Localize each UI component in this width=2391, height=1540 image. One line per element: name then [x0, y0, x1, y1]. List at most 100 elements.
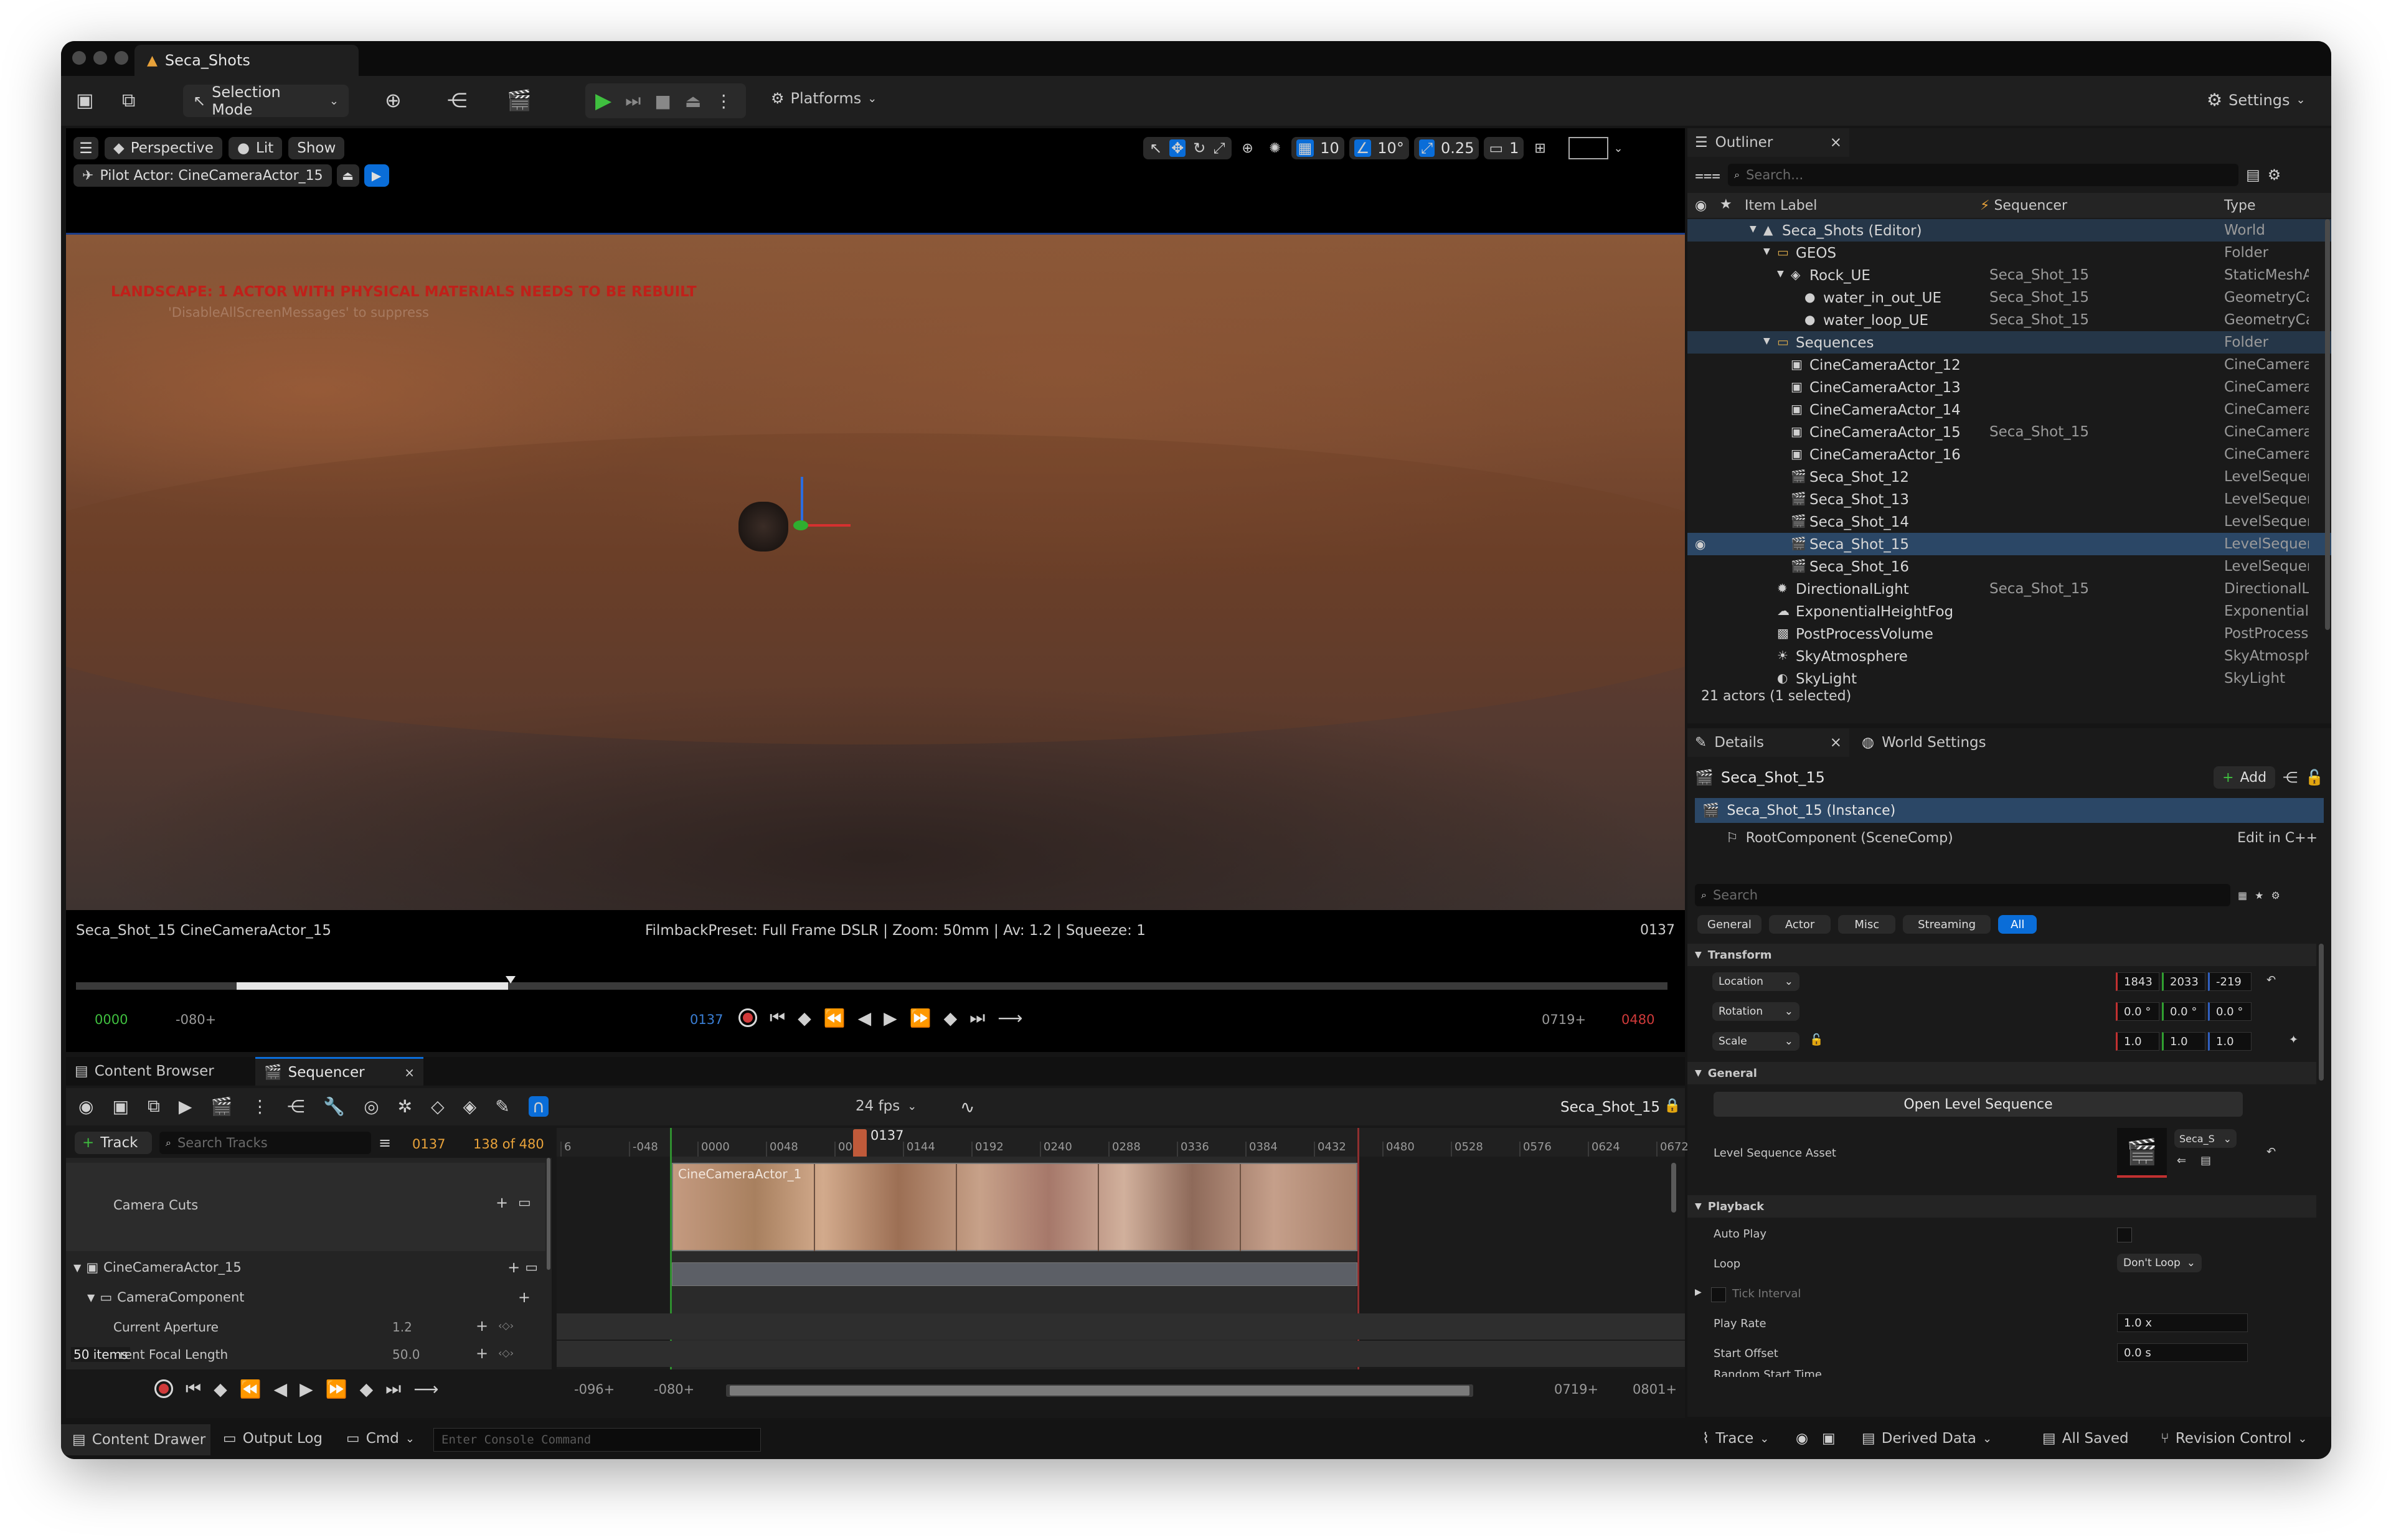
chevron-down-icon[interactable]: ▼	[1750, 224, 1757, 234]
visibility-icon[interactable]: ◉	[1695, 198, 1707, 214]
star-icon[interactable]: ★	[1720, 197, 1732, 212]
instance-row[interactable]: 🎬 Seca_Shot_15 (Instance)	[1695, 798, 2324, 823]
edit-in-cpp-link[interactable]: Edit in C++	[2237, 830, 2318, 846]
angle-snap-button[interactable]: ∠ 10°	[1349, 137, 1409, 159]
asset-thumbnail[interactable]: 🎬	[2117, 1128, 2167, 1178]
details-search-input[interactable]: ⌕ Search	[1695, 884, 2230, 906]
scale-icon[interactable]: ⤢	[1213, 139, 1225, 157]
jump-to-end-icon[interactable]: ⏭	[385, 1378, 401, 1399]
jump-to-end-icon[interactable]: ⏭	[969, 1007, 985, 1028]
star-icon[interactable]: ★	[2255, 890, 2263, 901]
add-component-button[interactable]: + Add	[2214, 766, 2276, 789]
outliner-row[interactable]: 🎬 Seca_Shot_14 LevelSequer	[1687, 510, 2331, 533]
step-back-icon[interactable]: ⏪	[240, 1379, 262, 1399]
timeline-ruler[interactable]: 6 -048 0000 0048 0096 0144 0192 0240 0288 0336 038…	[557, 1128, 1689, 1157]
perspective-button[interactable]: ◆ Perspective	[105, 137, 222, 159]
step-forward-icon[interactable]: ⏩	[326, 1379, 347, 1399]
camera-cut-clip[interactable]: CineCameraActor_1	[672, 1163, 1357, 1251]
outliner-row[interactable]: ▣ CineCameraActor_16 CineCamera	[1687, 443, 2331, 466]
filter-misc[interactable]: Misc	[1838, 915, 1896, 934]
location-y[interactable]: 2033	[2162, 972, 2205, 991]
outliner-row[interactable]: 🎬 Seca_Shot_12 LevelSequer	[1687, 466, 2331, 488]
jump-to-start-icon[interactable]: ⏮	[770, 1007, 785, 1028]
track-list-scrollbar[interactable]	[547, 1158, 550, 1270]
save-icon[interactable]: ▣	[76, 90, 93, 111]
aperture-lane[interactable]	[557, 1313, 1685, 1340]
play-reverse-icon[interactable]: ◀	[858, 1008, 872, 1028]
scale-y[interactable]: 1.0	[2162, 1032, 2205, 1051]
reset-icon[interactable]: ↶	[2266, 974, 2276, 987]
play-icon[interactable]: ▶	[595, 88, 611, 113]
asset-picker[interactable]: Seca_S ⌄	[2174, 1129, 2237, 1148]
outliner-row[interactable]: ◉ 🎬 Seca_Shot_15 LevelSequer	[1687, 533, 2331, 555]
outliner-row[interactable]: ◐ SkyLight SkyLight	[1687, 667, 2331, 690]
eject-icon[interactable]: ⏏	[685, 91, 701, 111]
stop-icon[interactable]: ■	[654, 91, 671, 111]
add-key-icon[interactable]: +	[476, 1345, 488, 1362]
browse-icon[interactable]: ▤	[2200, 1154, 2211, 1167]
platforms-dropdown[interactable]: ⚙ Platforms ⌄	[771, 90, 877, 107]
gear-icon[interactable]: ⚙	[2268, 166, 2281, 184]
root-component-row[interactable]: ⚐ RootComponent (SceneComp) Edit in C++	[1695, 825, 2324, 850]
loop-icon[interactable]: ⟶	[997, 1008, 1022, 1028]
all-saved-button[interactable]: ▤ All Saved	[2042, 1430, 2129, 1447]
rotation-dropdown[interactable]: Rotation ⌄	[1712, 1002, 1799, 1021]
content-browser-icon[interactable]: ⧉	[122, 90, 135, 111]
key-nav-icon[interactable]: ‹◇›	[498, 1320, 514, 1331]
show-button[interactable]: Show	[288, 137, 345, 159]
lock-icon[interactable]: 🔓	[1809, 1033, 1823, 1046]
outliner-row[interactable]: ✹ DirectionalLight Seca_Shot_15 Directional…	[1687, 578, 2331, 600]
rotate-icon[interactable]: ↻	[1193, 139, 1205, 157]
close-window-button[interactable]	[72, 51, 86, 65]
camera-icon[interactable]: ▭	[518, 1195, 531, 1211]
auto-play-checkbox[interactable]	[2117, 1228, 2132, 1242]
outliner-search-input[interactable]: ⌕ Search...	[1728, 164, 2239, 186]
step-forward-icon[interactable]: ⏩	[910, 1008, 931, 1028]
filter-actor[interactable]: Actor	[1768, 915, 1831, 934]
play-reverse-icon[interactable]: ◀	[274, 1379, 288, 1399]
eject-pilot-button[interactable]: ⏏	[336, 164, 359, 187]
clapper-icon[interactable]: 🎬	[210, 1096, 232, 1117]
next-key-icon[interactable]: ◆	[360, 1379, 374, 1399]
outliner-row[interactable]: ▼ ◈ Rock_UE Seca_Shot_15 StaticMeshA	[1687, 264, 2331, 286]
outliner-row[interactable]: 🎬 Seca_Shot_13 LevelSequer	[1687, 488, 2331, 510]
tick-interval-checkbox[interactable]	[1711, 1287, 1726, 1302]
filter-general[interactable]: General	[1697, 915, 1761, 934]
outliner-row[interactable]: ▣ CineCameraActor_14 CineCamera	[1687, 398, 2331, 421]
filter-icon[interactable]: ≡	[379, 1134, 391, 1152]
save-sequence-icon[interactable]: ▣	[112, 1096, 128, 1117]
key-auto-icon[interactable]: ◈	[463, 1096, 477, 1117]
filter-all[interactable]: All	[1998, 915, 2037, 934]
blueprint-icon[interactable]: ⋲	[2283, 769, 2298, 786]
chevron-down-icon[interactable]: ▼	[1763, 246, 1770, 256]
details-tab[interactable]: ✎ Details ×	[1687, 728, 1849, 757]
scale-dropdown[interactable]: Scale ⌄	[1712, 1032, 1799, 1051]
camera-icon[interactable]: ▭	[525, 1260, 538, 1275]
playback-header[interactable]: ▼ Playback	[1687, 1195, 2316, 1218]
console-input[interactable]: Enter Console Command	[433, 1428, 761, 1452]
content-drawer-button[interactable]: ▤ Content Drawer	[61, 1424, 210, 1455]
step-back-icon[interactable]: ⏪	[824, 1008, 846, 1028]
add-key-icon[interactable]: +	[476, 1317, 488, 1335]
scrub-playhead[interactable]	[506, 976, 516, 984]
camera-actor-track[interactable]: ▼ ▣ CineCameraActor_15 + ▭	[66, 1254, 545, 1281]
lock-icon[interactable]: 🔒	[1664, 1098, 1681, 1114]
cinematics-icon[interactable]: 🎬	[507, 88, 532, 112]
outliner-row[interactable]: ▣ CineCameraActor_12 CineCamera	[1687, 354, 2331, 376]
world-settings-tab[interactable]: ◍ World Settings	[1862, 728, 1986, 757]
outliner-row[interactable]: 🎬 Seca_Shot_16 LevelSequer	[1687, 555, 2331, 578]
next-key-icon[interactable]: ◆	[944, 1008, 958, 1028]
location-dropdown[interactable]: Location ⌄	[1712, 972, 1799, 991]
rotation-z[interactable]: 0.0 °	[2208, 1002, 2252, 1021]
add-key-icon[interactable]: +	[496, 1194, 508, 1211]
rotation-x[interactable]: 0.0 °	[2116, 1002, 2159, 1021]
outliner-row[interactable]: ▼ ▲ Seca_Shots (Editor) World	[1687, 219, 2331, 242]
camera-lock-button[interactable]: ▶	[364, 164, 389, 187]
outliner-row[interactable]: ● water_in_out_UE Seca_Shot_15 GeometryCa	[1687, 286, 2331, 309]
start-offset-field[interactable]: 0.0 s	[2117, 1343, 2248, 1362]
minimize-window-button[interactable]	[93, 51, 107, 65]
derived-data-dropdown[interactable]: ▤ Derived Data ⌄	[1862, 1430, 1992, 1447]
record-icon[interactable]	[154, 1379, 173, 1398]
tab-content-browser[interactable]: ▤ Content Browser	[66, 1057, 255, 1086]
selection-mode-dropdown[interactable]: ↖ Selection Mode ⌄	[183, 83, 349, 118]
